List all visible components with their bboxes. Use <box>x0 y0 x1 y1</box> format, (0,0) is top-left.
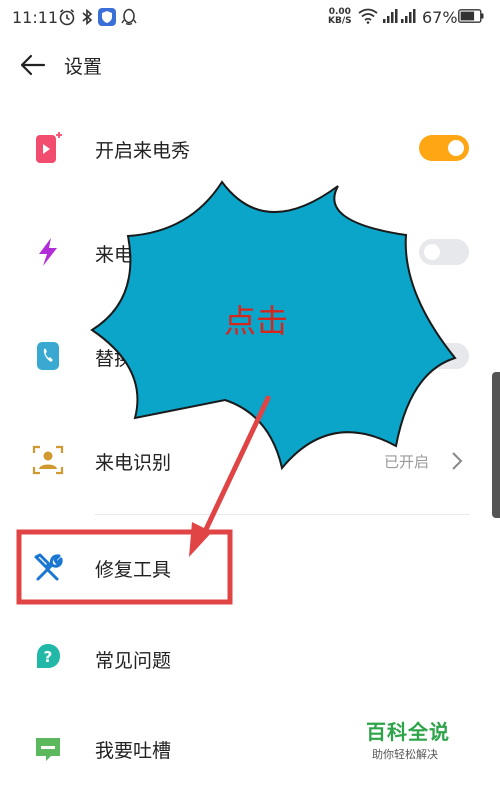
setting-row-caller-id[interactable]: 来电识别 已开启 <box>0 410 500 514</box>
setting-row-flash[interactable]: 来电 <box>0 202 500 306</box>
status-bar: 11:11 0.00 KB/S 67% <box>0 0 500 34</box>
click-annotation-text: 点击 <box>224 302 289 340</box>
toggle-knob <box>448 140 464 156</box>
signal-4g-icon <box>401 9 416 23</box>
wifi-icon <box>358 8 378 24</box>
setting-row-show-call[interactable]: 开启来电秀 <box>0 98 500 202</box>
toggle-knob <box>424 348 440 364</box>
svg-text:?: ? <box>44 648 53 666</box>
setting-label-repair: 修复工具 <box>95 559 172 581</box>
setting-row-faq[interactable]: ? 常见问题 <box>0 606 500 710</box>
qq-icon <box>121 8 137 25</box>
lightning-icon <box>39 238 57 266</box>
watermark-title: 百科全说 <box>366 720 450 744</box>
back-arrow-icon[interactable] <box>18 50 48 80</box>
caller-id-status: 已开启 <box>384 453 430 471</box>
status-time: 11:11 <box>12 8 59 27</box>
net-speed: 0.00 KB/S <box>328 8 352 26</box>
scrollbar-thumb[interactable] <box>492 372 500 518</box>
user-scan-icon <box>32 445 64 475</box>
setting-row-repair[interactable]: 修复工具 <box>0 515 500 619</box>
wrench-screwdriver-icon <box>34 553 63 581</box>
net-speed-unit: KB/S <box>328 16 352 26</box>
chevron-right-icon <box>452 452 463 470</box>
watermark-subtitle: 助你轻松解决 <box>372 748 438 761</box>
shield-app-icon <box>98 8 116 26</box>
setting-label-flash: 来电 <box>95 244 134 266</box>
battery-percent: 67% <box>422 8 458 27</box>
comment-icon <box>36 738 60 761</box>
question-icon: ? <box>37 644 60 668</box>
page-title: 设置 <box>64 56 103 78</box>
setting-label-caller-id: 来电识别 <box>95 452 172 474</box>
header: 设置 <box>0 40 500 88</box>
video-play-icon <box>36 132 62 163</box>
battery-icon <box>458 9 484 23</box>
setting-label-show-call: 开启来电秀 <box>95 140 191 162</box>
screen: 11:11 0.00 KB/S 67% 设置 开启来电秀 来电 替换 来电识别 … <box>0 0 500 790</box>
show-call-toggle[interactable] <box>419 135 469 161</box>
toggle-knob <box>424 244 440 260</box>
signal-icon <box>383 9 398 23</box>
bluetooth-icon <box>82 8 93 26</box>
setting-label-feedback: 我要吐槽 <box>95 740 172 762</box>
setting-label-replace: 替换 <box>95 348 134 370</box>
alarm-icon <box>59 9 75 26</box>
flash-toggle[interactable] <box>419 239 469 265</box>
phone-icon <box>37 342 59 370</box>
setting-label-faq: 常见问题 <box>95 650 172 672</box>
replace-toggle[interactable] <box>419 343 469 369</box>
